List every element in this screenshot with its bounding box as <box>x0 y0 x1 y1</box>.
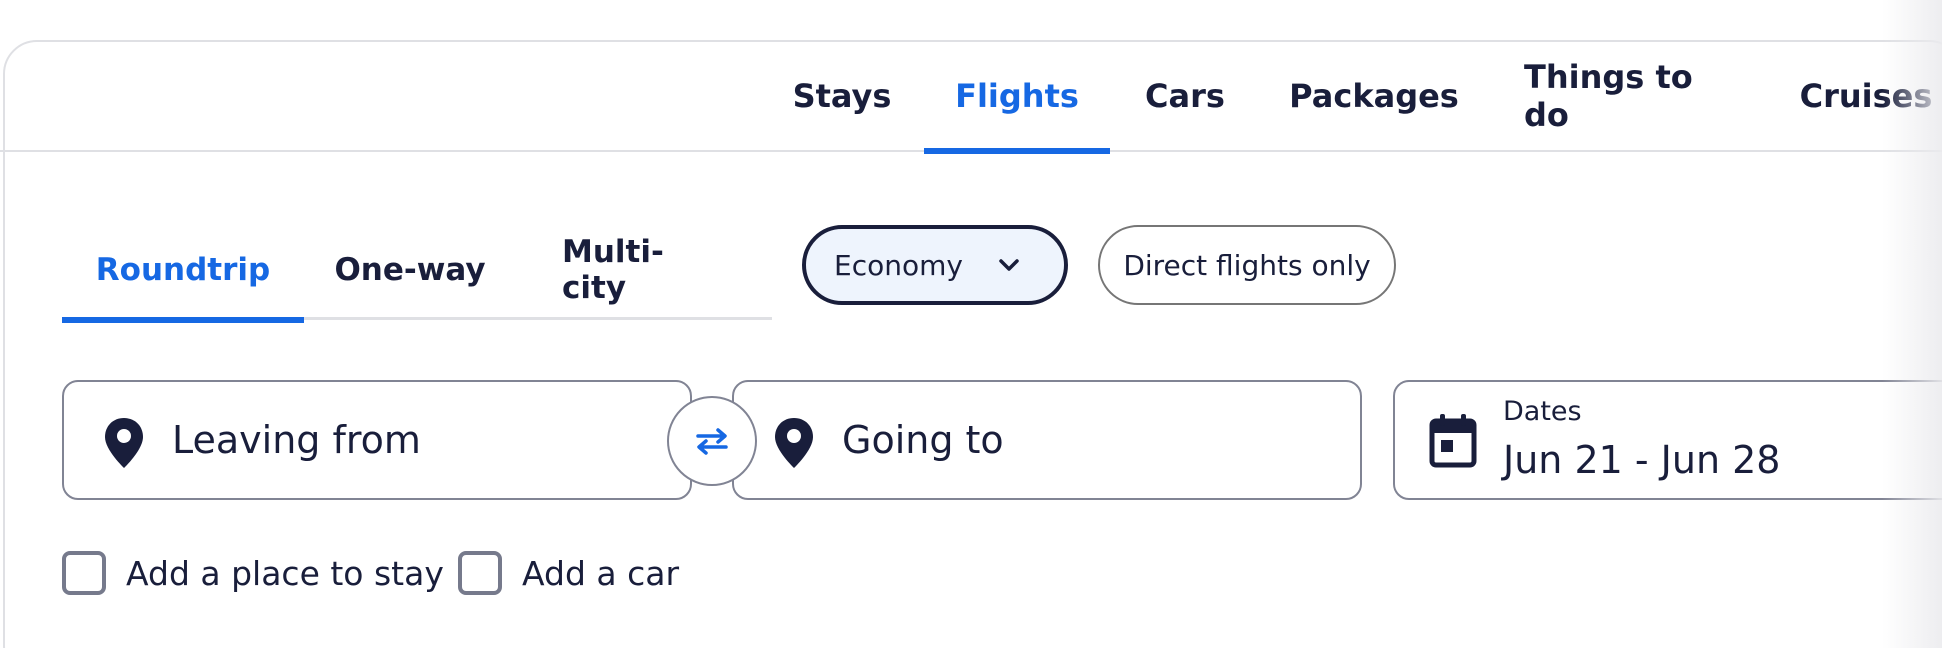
swap-arrows-icon <box>696 428 728 455</box>
direct-flights-label: Direct flights only <box>1123 248 1371 282</box>
location-pin-icon <box>105 418 143 468</box>
location-pin-icon <box>775 418 813 468</box>
add-car-option[interactable]: Add a car <box>458 550 679 596</box>
add-car-label: Add a car <box>522 553 680 593</box>
scroll-fade-overlay <box>1882 0 1942 648</box>
tab-roundtrip[interactable]: Roundtrip <box>62 220 304 323</box>
chevron-down-icon <box>999 259 1019 271</box>
tab-cars[interactable]: Cars <box>1143 40 1227 152</box>
add-place-to-stay-checkbox[interactable] <box>62 551 106 595</box>
tab-multi-city[interactable]: Multi-city <box>562 220 722 320</box>
tab-flights[interactable]: Flights <box>924 40 1110 154</box>
cabin-class-label: Economy <box>834 248 963 282</box>
going-to-field[interactable]: Going to <box>732 380 1362 500</box>
leaving-from-placeholder: Leaving from <box>172 418 421 462</box>
dates-field[interactable]: Dates Jun 21 - Jun 28 <box>1393 380 1942 500</box>
add-place-to-stay-label: Add a place to stay <box>126 553 444 593</box>
going-to-placeholder: Going to <box>842 418 1004 462</box>
tab-one-way[interactable]: One-way <box>332 220 488 320</box>
product-tabs: Stays Flights Cars Packages Things to do… <box>0 40 1942 154</box>
leaving-from-field[interactable]: Leaving from <box>62 380 692 500</box>
direct-flights-toggle[interactable]: Direct flights only <box>1098 225 1396 305</box>
dates-value: Jun 21 - Jun 28 <box>1503 438 1781 482</box>
trip-type-tabs: Roundtrip One-way Multi-city <box>62 220 772 323</box>
cabin-class-select[interactable]: Economy <box>802 225 1068 305</box>
calendar-icon <box>1429 414 1477 468</box>
swap-locations-button[interactable] <box>667 396 757 486</box>
tab-stays[interactable]: Stays <box>792 40 892 152</box>
dates-label: Dates <box>1503 396 1582 427</box>
add-place-to-stay-option[interactable]: Add a place to stay <box>62 550 444 596</box>
add-car-checkbox[interactable] <box>458 551 502 595</box>
tab-packages[interactable]: Packages <box>1289 40 1459 152</box>
tab-things-to-do[interactable]: Things to do <box>1524 40 1730 152</box>
